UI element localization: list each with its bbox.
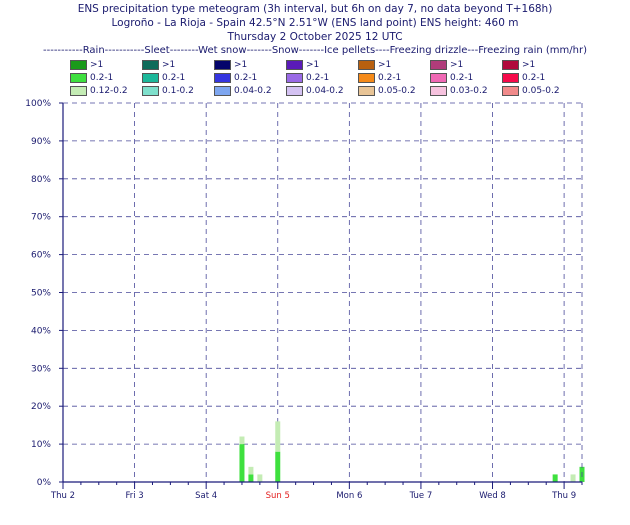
bar-rain-0-2-1	[275, 451, 281, 482]
y-tick-label: 20%	[31, 402, 51, 412]
x-tick-label: Fri 3	[125, 491, 143, 501]
x-tick-label: Tue 7	[409, 491, 433, 501]
bar-rain-0-2-1	[248, 474, 254, 482]
y-tick-label: 70%	[31, 213, 51, 223]
y-tick-label: 40%	[31, 326, 51, 336]
y-tick-label: 60%	[31, 251, 51, 261]
y-tick-label: 100%	[25, 99, 51, 109]
y-tick-label: 50%	[31, 289, 51, 299]
y-tick-label: 90%	[31, 137, 51, 147]
bar-rain-0-2-1	[239, 444, 245, 482]
y-tick-label: 30%	[31, 364, 51, 374]
x-tick-label: Thu 2	[50, 491, 75, 501]
bar-rain-0-12-0-2	[239, 436, 245, 445]
y-tick-label: 10%	[31, 440, 51, 450]
x-tick-label: Sat 4	[195, 491, 217, 501]
bar-rain-0-12-0-2	[275, 421, 281, 452]
bar-rain-0-2-1	[552, 474, 558, 482]
x-tick-label: Sun 5	[266, 491, 290, 501]
chart-plot: 0% 10% 20% 30% 40% 50% 60% 70% 80% 90% 100% Thu 2 Fr…	[25, 99, 585, 501]
x-tick-label: Mon 6	[336, 491, 362, 501]
x-tick-label: Wed 8	[479, 491, 506, 501]
bar-rain-0-12-0-2	[248, 466, 254, 475]
x-tick-label: Thu 9	[551, 491, 576, 501]
y-tick-label: 80%	[31, 175, 51, 185]
y-tick-label: 0%	[37, 478, 52, 488]
bar-rain-0-12-0-2	[257, 474, 263, 482]
bar-rain-0-12-0-2	[570, 474, 576, 482]
